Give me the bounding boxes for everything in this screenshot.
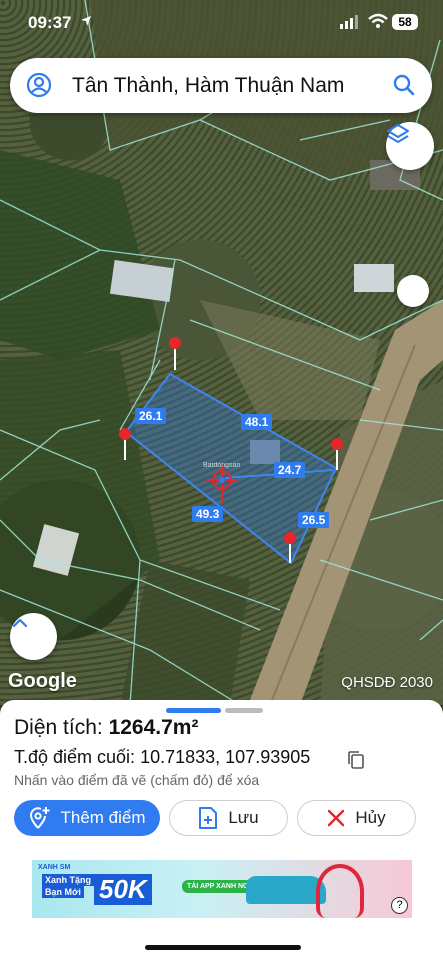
save-button[interactable]: Lưu: [169, 800, 288, 836]
coord-value: 10.71833, 107.93905: [140, 747, 311, 767]
wifi-icon: [368, 13, 388, 28]
add-point-button[interactable]: Thêm điểm: [14, 800, 160, 836]
search-query[interactable]: Tân Thành, Hàm Thuận Nam: [72, 74, 344, 98]
status-time: 09:37: [28, 13, 72, 32]
ad-amount: 50K: [94, 874, 152, 905]
google-logo: Google: [8, 670, 77, 692]
ad-decoration: [316, 864, 364, 918]
location-arrow-icon: [81, 16, 91, 26]
copy-icon[interactable]: [347, 750, 365, 770]
status-bar: 09:37 58: [0, 0, 443, 46]
edge-length-label: 48.1: [241, 414, 273, 430]
location-dot-button[interactable]: [397, 275, 429, 307]
edge-length-label: 49.3: [192, 506, 224, 522]
battery-indicator: 58: [392, 14, 418, 30]
save-label: Lưu: [228, 808, 259, 827]
close-icon: [327, 809, 345, 827]
ad-banner[interactable]: XANH SM Xanh Tặng Bạn Mới 50K TẢI APP XA…: [32, 860, 412, 918]
panel-handle-secondary[interactable]: [225, 708, 263, 713]
edge-length-label: 26.5: [298, 512, 330, 528]
coord-row: T.độ điểm cuối: 10.71833, 107.93905: [14, 747, 310, 768]
panel-handle[interactable]: [166, 708, 221, 713]
area-value: 1264.7m²: [108, 716, 199, 739]
signal-icon: [340, 15, 358, 29]
coord-label: T.độ điểm cuối:: [14, 747, 136, 767]
add-point-label: Thêm điểm: [60, 808, 146, 827]
home-indicator: [145, 945, 301, 950]
car-illustration: [246, 876, 326, 904]
save-file-icon: [198, 806, 218, 830]
ad-brand: XANH SM: [38, 864, 71, 871]
edge-length-label: 24.7: [274, 462, 306, 478]
add-location-icon: [28, 806, 50, 830]
edge-length-label: 26.1: [135, 408, 167, 424]
search-bar[interactable]: Tân Thành, Hàm Thuận Nam: [10, 58, 432, 113]
ad-line2: Bạn Mới: [42, 886, 84, 898]
hint-text: Nhấn vào điểm đã vẽ (chấm đỏ) để xóa: [14, 772, 260, 788]
area-row: Diện tích: 1264.7m²: [14, 716, 198, 740]
cancel-label: Hủy: [355, 808, 386, 827]
ad-line1: Xanh Tặng: [42, 874, 95, 886]
layers-button[interactable]: [386, 122, 434, 170]
account-icon[interactable]: [26, 72, 52, 98]
layers-icon: [387, 124, 409, 143]
map-layer-label: QHSDĐ 2030: [341, 674, 433, 691]
ad-info-icon[interactable]: ?: [391, 897, 408, 914]
measurement-panel: Diện tích: 1264.7m² T.độ điểm cuối: 10.7…: [0, 700, 443, 960]
expand-up-button[interactable]: [10, 613, 57, 660]
cancel-button[interactable]: Hủy: [297, 800, 416, 836]
search-icon[interactable]: [392, 73, 416, 97]
chevron-up-icon: [12, 618, 28, 628]
area-label: Diện tích:: [14, 716, 103, 739]
watermark: Batdongsan: [203, 462, 241, 469]
